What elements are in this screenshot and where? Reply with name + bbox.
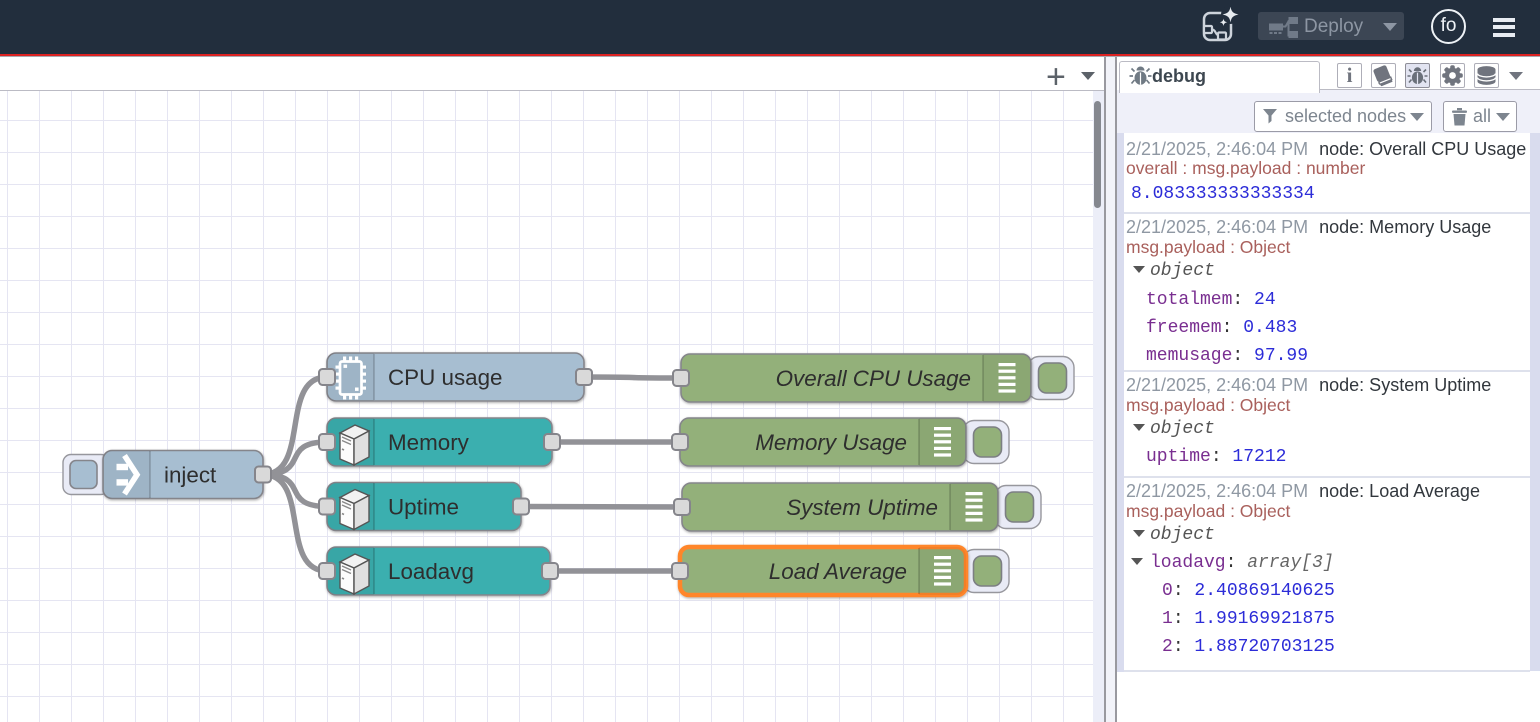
svg-text:System Uptime: System Uptime [786,495,938,520]
svg-text:Memory: Memory [388,430,470,455]
svg-text:Uptime: Uptime [388,495,459,520]
svg-text:Overall CPU Usage: Overall CPU Usage [776,366,971,391]
svg-text:Load Average: Load Average [769,559,907,584]
svg-text:Loadavg: Loadavg [388,559,474,584]
svg-text:inject: inject [164,463,217,488]
svg-text:CPU usage: CPU usage [388,365,503,390]
svg-text:Memory Usage: Memory Usage [755,430,907,455]
